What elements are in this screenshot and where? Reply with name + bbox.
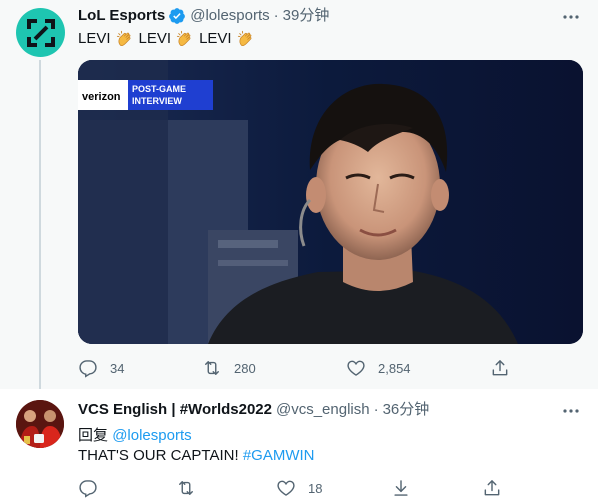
- author-handle[interactable]: @vcs_english: [276, 400, 370, 420]
- tweet-text: LEVI LEVI LEVI: [78, 29, 256, 49]
- reply-icon: [79, 480, 97, 498]
- share-icon: [484, 480, 500, 496]
- tweet-timestamp[interactable]: 36分钟: [383, 400, 430, 420]
- tweet-actions: 18: [78, 478, 502, 498]
- like-icon: [347, 360, 365, 376]
- clap-emoji-icon: [115, 29, 135, 49]
- tweet-header: VCS English | #Worlds2022 @vcs_english ·…: [78, 400, 429, 420]
- tweet-text-part: LEVI: [78, 30, 111, 47]
- tweet-actions: 34 280 2,854: [78, 358, 510, 378]
- replying-to: 回复 @lolesports: [78, 426, 192, 446]
- like-button[interactable]: 18: [276, 478, 391, 498]
- interview-photo: verizon POST-GAME INTERVIEW: [78, 60, 583, 344]
- clap-emoji-icon: [236, 29, 256, 49]
- author-name[interactable]: VCS English | #Worlds2022: [78, 400, 272, 420]
- tweet-text: THAT'S OUR CAPTAIN! #GAMWIN: [78, 446, 315, 466]
- tweet-timestamp[interactable]: 39分钟: [283, 6, 330, 26]
- tweet-body-text: THAT'S OUR CAPTAIN!: [78, 447, 243, 464]
- like-count: 18: [308, 480, 323, 496]
- separator-dot: ·: [373, 401, 379, 418]
- svg-text:verizon: verizon: [82, 91, 121, 103]
- hashtag-link[interactable]: #GAMWIN: [243, 447, 315, 464]
- svg-text:INTERVIEW: INTERVIEW: [132, 96, 182, 106]
- reply-count: 34: [110, 360, 125, 376]
- retweet-button[interactable]: [176, 478, 276, 498]
- avatar-lolesports[interactable]: [16, 8, 65, 57]
- download-icon: [394, 480, 408, 496]
- clap-emoji-icon: [175, 29, 195, 49]
- avatar-vcs-english[interactable]: [16, 400, 64, 448]
- like-button[interactable]: 2,854: [346, 358, 490, 378]
- like-count: 2,854: [378, 360, 411, 376]
- retweet-icon: [179, 481, 193, 495]
- more-icon[interactable]: [560, 400, 582, 422]
- verified-badge-icon: [168, 7, 186, 25]
- more-icon[interactable]: [560, 6, 582, 28]
- reply-button[interactable]: 34: [78, 358, 202, 378]
- tweet-text-part: LEVI: [138, 30, 172, 47]
- author-handle[interactable]: @lolesports: [190, 6, 269, 26]
- separator-dot: ·: [273, 7, 279, 24]
- tweet-text-part: LEVI: [199, 30, 232, 47]
- like-icon: [277, 480, 295, 496]
- svg-text:POST-GAME: POST-GAME: [132, 84, 186, 94]
- tweet-media-photo[interactable]: verizon POST-GAME INTERVIEW: [78, 60, 583, 344]
- lolesports-logo-icon: [26, 18, 55, 47]
- download-button[interactable]: [391, 478, 482, 498]
- reply-button[interactable]: [78, 478, 176, 498]
- retweet-button[interactable]: 280: [202, 358, 346, 378]
- mention-link[interactable]: @lolesports: [112, 427, 191, 444]
- tweet-header: LoL Esports @lolesports · 39分钟: [78, 6, 329, 26]
- share-icon: [492, 360, 508, 376]
- reply-icon: [79, 360, 97, 378]
- retweet-count: 280: [234, 360, 256, 376]
- replying-to-label: 回复: [78, 427, 109, 444]
- share-button[interactable]: [482, 478, 502, 498]
- vcs-team-photo: [16, 400, 64, 448]
- retweet-icon: [205, 361, 219, 375]
- share-button[interactable]: [490, 358, 510, 378]
- author-name[interactable]: LoL Esports: [78, 6, 165, 26]
- thread-line: [39, 60, 41, 390]
